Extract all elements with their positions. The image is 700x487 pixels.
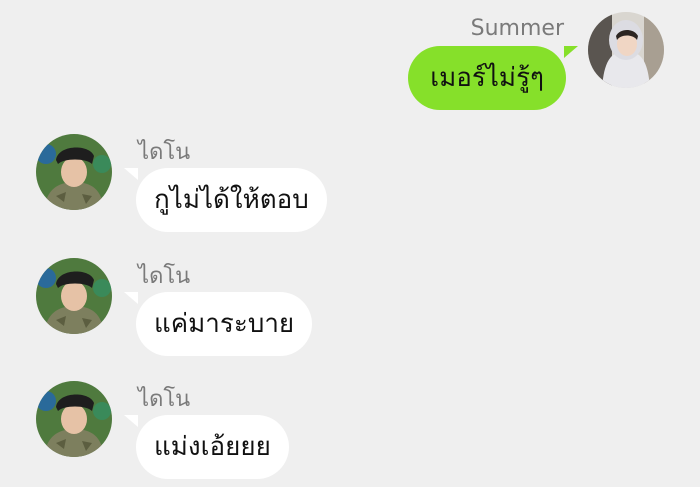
sender-name: ไดโน xyxy=(138,264,191,289)
message-bubble[interactable]: กูไม่ได้ให้ตอบ xyxy=(136,168,327,232)
user-avatar-icon[interactable] xyxy=(36,258,112,334)
bubble-tail xyxy=(124,415,138,427)
sender-name: ไดโน xyxy=(138,140,191,165)
sender-name: Summer xyxy=(470,16,564,41)
user-avatar-icon[interactable] xyxy=(36,381,112,457)
bubble-tail xyxy=(124,292,138,304)
user-avatar-icon[interactable] xyxy=(588,12,664,88)
message-bubble[interactable]: เมอร์ไม่รู้ๆ xyxy=(408,46,566,110)
bubble-tail xyxy=(124,168,138,180)
user-avatar-icon[interactable] xyxy=(36,134,112,210)
message-bubble[interactable]: แค่มาระบาย xyxy=(136,292,313,356)
message-bubble[interactable]: แม่งเอ้ยยย xyxy=(136,415,289,479)
chat-thread: Summer เมอร์ไม่รู้ๆ ไดโน กูไม่ได้ให้ตอบ … xyxy=(0,0,700,487)
message-incoming: ไดโน แม่งเอ้ยยย xyxy=(0,377,700,487)
bubble-tail xyxy=(564,46,578,58)
message-outgoing: Summer เมอร์ไม่รู้ๆ xyxy=(0,0,700,120)
sender-name: ไดโน xyxy=(138,387,191,412)
message-incoming: ไดโน แค่มาระบาย xyxy=(0,254,700,364)
message-incoming: ไดโน กูไม่ได้ให้ตอบ xyxy=(0,130,700,240)
